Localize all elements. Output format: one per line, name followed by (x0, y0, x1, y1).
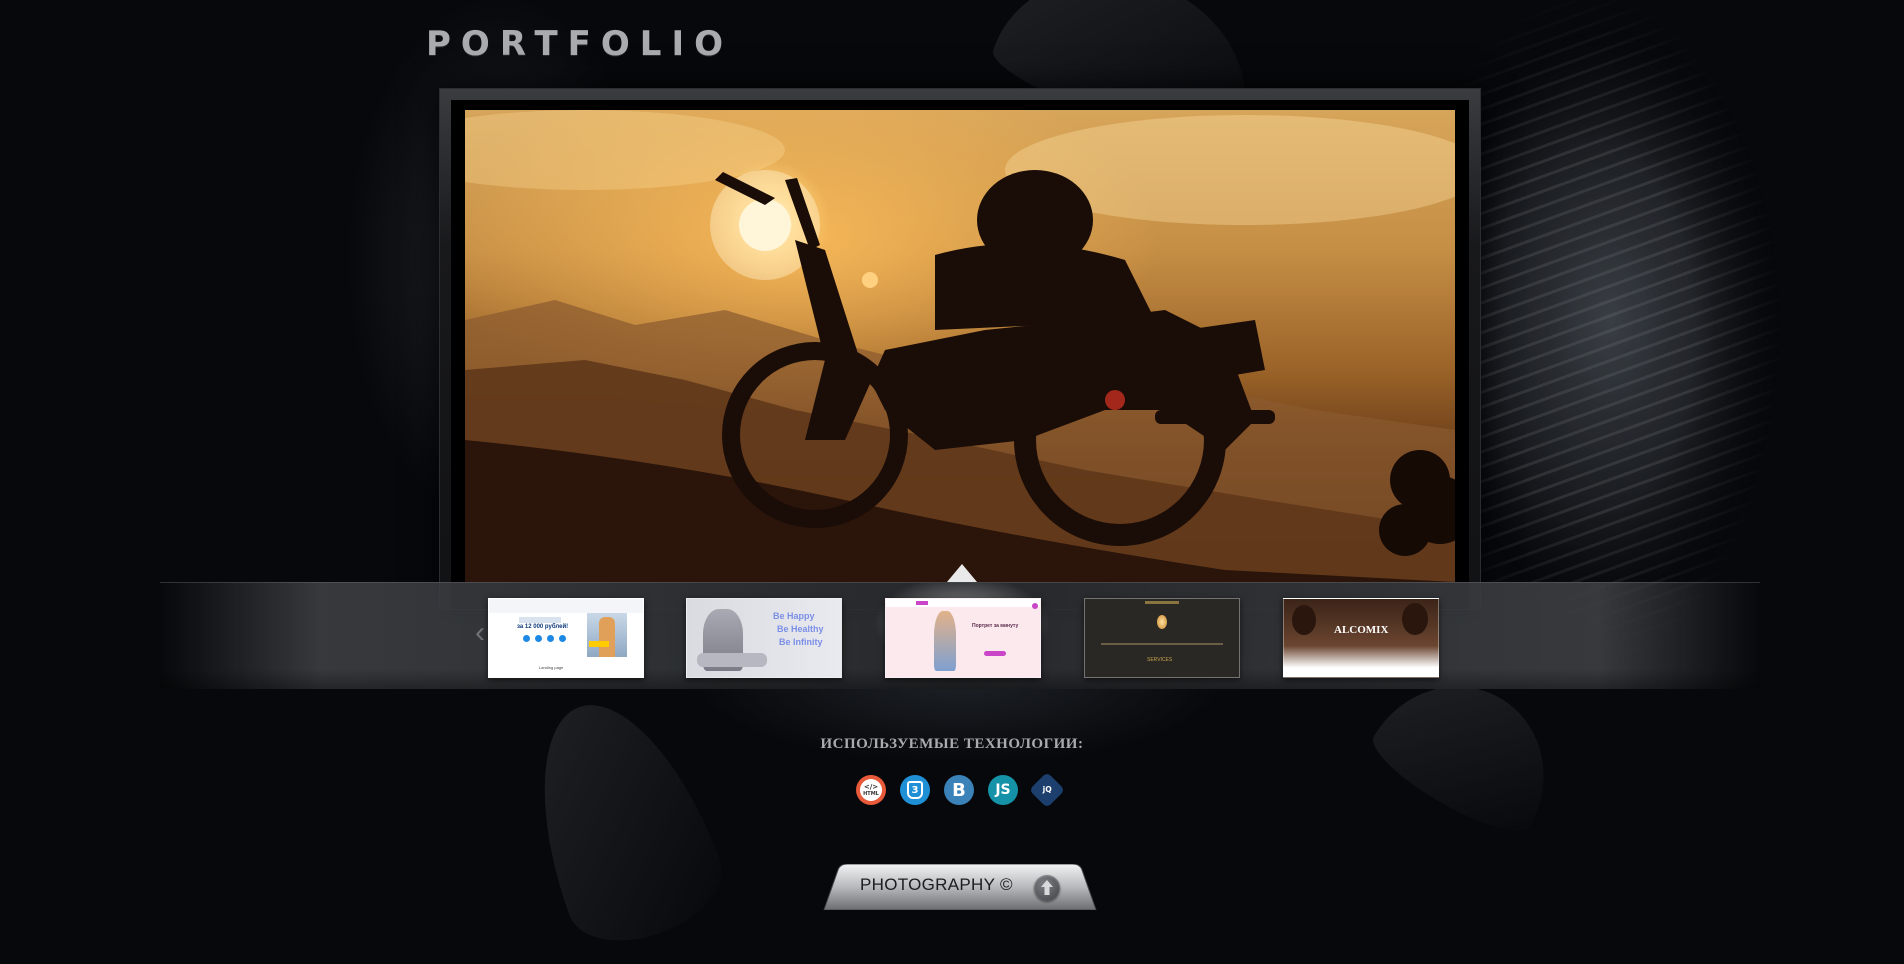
javascript-icon-glyph: JS (995, 782, 1011, 798)
prev-arrow-button[interactable]: ‹ (470, 618, 490, 648)
html5-icon-glyph: </> (863, 782, 879, 791)
thumb-5-heading: ALCOMIX (1334, 624, 1389, 636)
thumbnail-2[interactable]: Be Happy Be Healthy Be Infinity (686, 598, 842, 678)
css3-icon-glyph: 3 (907, 781, 923, 799)
thumbnail-4[interactable]: SERVICES (1084, 598, 1240, 678)
jquery-icon: jQ (1028, 771, 1066, 809)
thumb-2-line-2: Be Healthy (777, 624, 824, 634)
thumb-1-caption: Landing page (539, 665, 564, 670)
jquery-icon-glyph: jQ (1042, 785, 1052, 795)
thumb-2-line-1: Be Happy (773, 611, 815, 621)
html5-icon-label: HTML (863, 790, 879, 797)
arrow-up-icon (1041, 880, 1053, 895)
thumb-4-heading: SERVICES (1147, 657, 1173, 663)
technologies-icons: </> HTML 3 B JS jQ (856, 771, 1066, 809)
bootstrap-icon-glyph: B (952, 779, 966, 801)
thumbnail-5[interactable]: ALCOMIX (1283, 598, 1439, 678)
footer-tab: PHOTOGRAPHY © (822, 864, 1098, 910)
css3-icon: 3 (900, 775, 930, 805)
active-pointer (947, 564, 977, 582)
bootstrap-icon: B (944, 775, 974, 805)
javascript-icon: JS (988, 775, 1018, 805)
thumb-2-line-3: Be Infinity (779, 637, 823, 647)
thumb-1-heading: за 12 000 рублей! (517, 624, 569, 630)
page-title: PORTFOLIO (426, 24, 734, 64)
thumb-3-heading: Портрет за минуту (972, 623, 1019, 629)
thumbnail-1[interactable]: за 12 000 рублей! Landing page (488, 598, 644, 678)
main-slide-image (465, 110, 1455, 582)
scroll-top-button[interactable] (1034, 875, 1060, 901)
thumbnail-3[interactable]: Портрет за минуту (885, 598, 1041, 678)
footer-label: PHOTOGRAPHY © (860, 875, 1013, 894)
technologies-label: ИСПОЛЬЗУЕМЫЕ ТЕХНОЛОГИИ: (820, 736, 1084, 752)
html5-icon: </> HTML (856, 775, 886, 805)
